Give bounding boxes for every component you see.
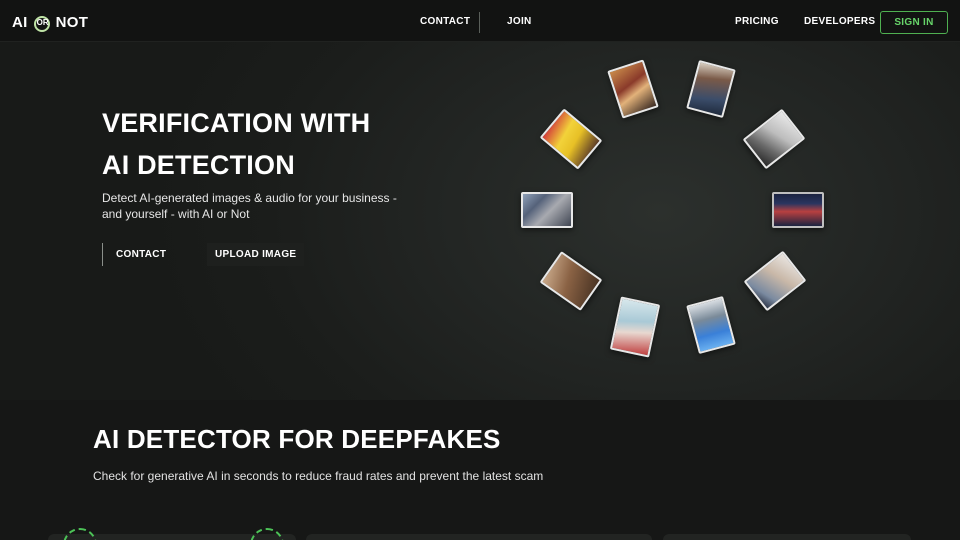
feature-card-2[interactable] — [306, 534, 652, 540]
example-image-woman-portrait[interactable] — [686, 59, 736, 119]
section-title: AI DETECTOR FOR DEEPFAKES — [93, 424, 501, 454]
logo-not: NOT — [55, 13, 89, 31]
example-image-flag-stage[interactable] — [772, 192, 824, 228]
nav-contact-link[interactable]: CONTACT — [420, 16, 470, 27]
hero-title-line-1: VERIFICATION WITH — [102, 108, 371, 138]
example-image-man-colorful-shirt[interactable] — [607, 59, 659, 119]
deepfake-section: AI DETECTOR FOR DEEPFAKES Check for gene… — [0, 400, 960, 540]
section-subtitle: Check for generative AI in seconds to re… — [93, 469, 544, 483]
top-nav: AI OR NOT CONTACT JOIN PRICING DEVELOPER… — [0, 0, 960, 42]
example-image-man-suit[interactable] — [742, 108, 806, 170]
logo[interactable]: AI OR NOT — [12, 13, 89, 32]
example-image-older-man[interactable] — [743, 250, 807, 312]
loading-ring-icon — [250, 528, 284, 540]
nav-divider — [479, 12, 480, 33]
example-image-bearded-man[interactable] — [539, 251, 603, 311]
nav-join-link[interactable]: JOIN — [507, 16, 532, 27]
example-image-pikachu[interactable] — [539, 108, 603, 170]
nav-developers-link[interactable]: DEVELOPERS — [804, 16, 875, 27]
hero-section: VERIFICATION WITH AI DETECTION Detect AI… — [0, 42, 960, 400]
logo-or-icon: OR — [33, 15, 53, 32]
hero-title-line-2: AI DETECTION — [102, 150, 295, 180]
hero-subtitle: Detect AI-generated images & audio for y… — [102, 191, 397, 221]
example-image-car-water[interactable] — [686, 295, 736, 355]
nav-pricing-link[interactable]: PRICING — [735, 16, 779, 27]
sign-in-button[interactable]: SIGN IN — [880, 11, 948, 34]
hero-contact-button[interactable]: CONTACT — [102, 243, 166, 266]
logo-ai: AI — [12, 13, 28, 31]
example-image-crowd[interactable] — [521, 192, 573, 228]
hero-title: VERIFICATION WITH AI DETECTION — [102, 102, 462, 186]
loading-ring-icon — [63, 528, 97, 540]
feature-card-3[interactable] — [663, 534, 911, 540]
upload-image-button[interactable]: UPLOAD IMAGE — [207, 243, 305, 266]
example-image-id-card[interactable] — [609, 296, 661, 358]
